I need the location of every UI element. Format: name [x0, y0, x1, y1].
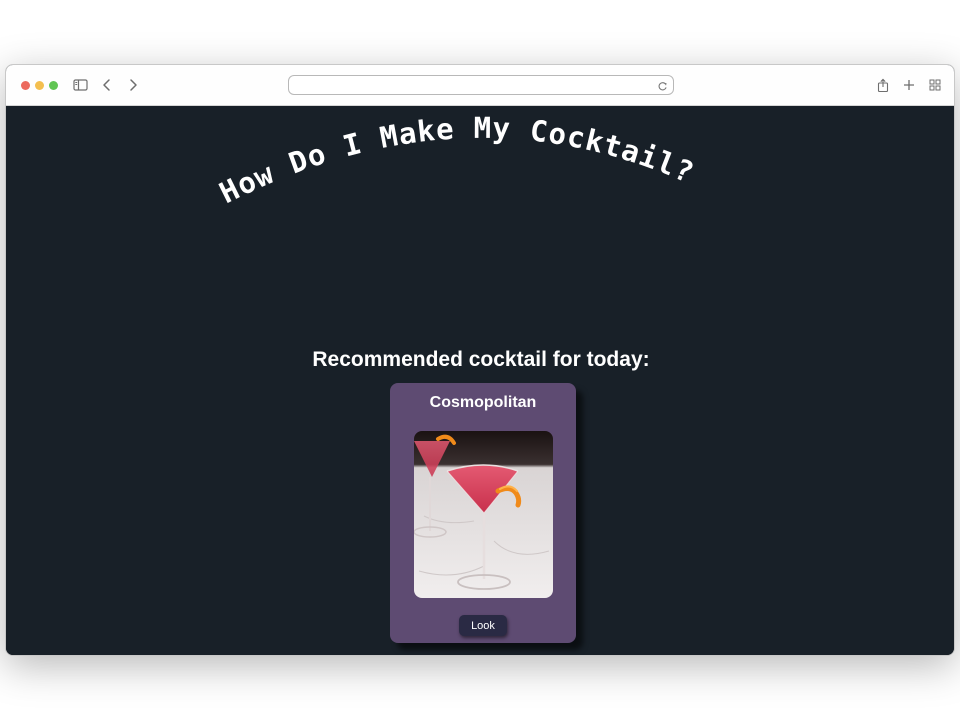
browser-window: How Do I Make My Cocktail? Recommended c… [5, 64, 955, 656]
cocktail-card: Cosmopolitan Look [390, 383, 576, 643]
browser-toolbar [6, 65, 954, 106]
sidebar-icon[interactable] [71, 75, 91, 95]
page-title-text: How Do I Make My Cocktail? [214, 111, 699, 210]
cocktail-name: Cosmopolitan [429, 394, 537, 411]
title-word: Cocktail? [510, 112, 699, 190]
title-word: My [454, 111, 511, 146]
look-button[interactable]: Look [459, 615, 507, 636]
page-content: How Do I Make My Cocktail? Recommended c… [6, 106, 954, 655]
close-window-button[interactable] [21, 81, 30, 90]
page-title: How Do I Make My Cocktail? [214, 111, 699, 210]
zoom-window-button[interactable] [49, 81, 58, 90]
share-icon[interactable] [873, 75, 893, 95]
reload-icon[interactable] [657, 79, 668, 97]
title-word: How [214, 156, 279, 210]
title-word: Do [266, 136, 330, 187]
minimize-window-button[interactable] [35, 81, 44, 90]
address-bar[interactable] [288, 75, 674, 95]
forward-icon[interactable] [123, 75, 143, 95]
tab-overview-icon[interactable] [925, 75, 945, 95]
back-icon[interactable] [97, 75, 117, 95]
title-word: Make [358, 112, 456, 159]
recommended-heading: Recommended cocktail for today: [312, 348, 650, 371]
cocktail-image [414, 431, 553, 598]
new-tab-icon[interactable] [899, 75, 919, 95]
